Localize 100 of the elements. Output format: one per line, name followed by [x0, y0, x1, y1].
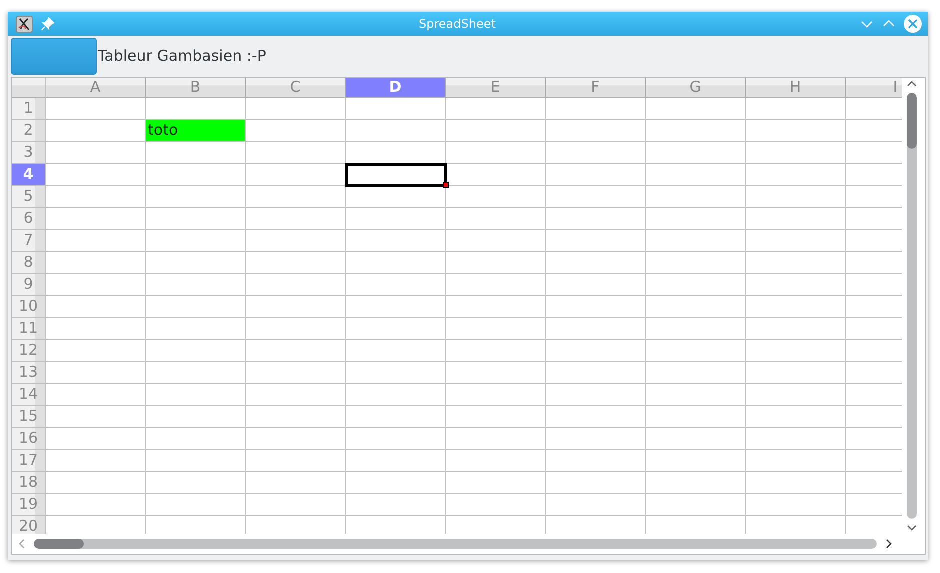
- row-header[interactable]: 1: [12, 98, 46, 120]
- table-cell[interactable]: [446, 428, 546, 450]
- table-cell[interactable]: [746, 384, 846, 406]
- row-header[interactable]: 19: [12, 494, 46, 516]
- table-cell[interactable]: [446, 230, 546, 252]
- table-cell[interactable]: [246, 494, 346, 516]
- column-header[interactable]: A: [46, 78, 146, 98]
- row-header[interactable]: 2: [12, 120, 46, 142]
- table-cell[interactable]: [446, 384, 546, 406]
- row-header[interactable]: 4: [12, 164, 46, 186]
- row-header[interactable]: 10: [12, 296, 46, 318]
- table-cell[interactable]: [246, 384, 346, 406]
- table-cell[interactable]: [646, 98, 746, 120]
- table-cell[interactable]: [646, 252, 746, 274]
- table-cell[interactable]: [146, 450, 246, 472]
- table-cell[interactable]: [446, 472, 546, 494]
- table-cell[interactable]: [746, 208, 846, 230]
- table-cell[interactable]: [246, 296, 346, 318]
- row-header[interactable]: 9: [12, 274, 46, 296]
- row-header[interactable]: 18: [12, 472, 46, 494]
- table-cell[interactable]: [146, 296, 246, 318]
- column-header[interactable]: F: [546, 78, 646, 98]
- table-cell[interactable]: [546, 384, 646, 406]
- table-cell[interactable]: [446, 450, 546, 472]
- table-cell[interactable]: [246, 318, 346, 340]
- table-cell[interactable]: [146, 362, 246, 384]
- column-header[interactable]: B: [146, 78, 246, 98]
- table-cell[interactable]: [246, 406, 346, 428]
- row-header[interactable]: 20: [12, 516, 46, 534]
- row-header[interactable]: 17: [12, 450, 46, 472]
- table-cell[interactable]: [746, 362, 846, 384]
- table-cell[interactable]: [746, 494, 846, 516]
- table-cell[interactable]: [246, 362, 346, 384]
- table-cell[interactable]: [246, 472, 346, 494]
- column-header[interactable]: I: [846, 78, 902, 98]
- table-cell[interactable]: [546, 362, 646, 384]
- table-cell[interactable]: [646, 230, 746, 252]
- table-cell[interactable]: [746, 296, 846, 318]
- table-cell[interactable]: [746, 252, 846, 274]
- table-cell[interactable]: [646, 164, 746, 186]
- table-cell[interactable]: [146, 274, 246, 296]
- table-cell[interactable]: [246, 230, 346, 252]
- table-cell[interactable]: [446, 406, 546, 428]
- table-cell[interactable]: [646, 450, 746, 472]
- table-cell[interactable]: [146, 406, 246, 428]
- table-cell[interactable]: [46, 472, 146, 494]
- table-cell[interactable]: [546, 230, 646, 252]
- scrollbar-thumb[interactable]: [907, 93, 917, 149]
- table-cell[interactable]: [646, 296, 746, 318]
- table-cell[interactable]: [46, 164, 146, 186]
- table-cell[interactable]: [746, 472, 846, 494]
- table-cell[interactable]: [246, 98, 346, 120]
- table-cell[interactable]: [46, 406, 146, 428]
- table-cell[interactable]: [546, 406, 646, 428]
- table-cell[interactable]: [146, 142, 246, 164]
- table-cell[interactable]: [746, 164, 846, 186]
- table-cell[interactable]: [46, 450, 146, 472]
- table-cell[interactable]: [346, 120, 446, 142]
- table-cell[interactable]: [746, 186, 846, 208]
- table-cell[interactable]: [646, 318, 746, 340]
- table-cell[interactable]: [546, 428, 646, 450]
- table-cell[interactable]: [46, 340, 146, 362]
- table-cell[interactable]: [546, 296, 646, 318]
- close-icon[interactable]: [904, 15, 922, 33]
- table-cell[interactable]: [246, 142, 346, 164]
- table-cell[interactable]: [446, 142, 546, 164]
- row-header[interactable]: 16: [12, 428, 46, 450]
- row-header[interactable]: 8: [12, 252, 46, 274]
- table-cell[interactable]: [46, 428, 146, 450]
- table-cell[interactable]: [546, 274, 646, 296]
- table-cell[interactable]: [746, 120, 846, 142]
- table-cell[interactable]: [346, 186, 446, 208]
- table-cell[interactable]: [446, 208, 546, 230]
- column-header[interactable]: E: [446, 78, 546, 98]
- table-cell[interactable]: [646, 406, 746, 428]
- table-cell[interactable]: [346, 406, 446, 428]
- table-cell[interactable]: [446, 318, 546, 340]
- table-cell[interactable]: [346, 252, 446, 274]
- table-cell[interactable]: [46, 296, 146, 318]
- table-cell[interactable]: [446, 340, 546, 362]
- table-cell[interactable]: [646, 494, 746, 516]
- table-cell[interactable]: [246, 340, 346, 362]
- table-cell[interactable]: [746, 406, 846, 428]
- table-cell[interactable]: [46, 230, 146, 252]
- table-cell[interactable]: [646, 120, 746, 142]
- table-cell[interactable]: [146, 384, 246, 406]
- table-cell[interactable]: toto: [146, 120, 246, 142]
- table-cell[interactable]: [346, 208, 446, 230]
- table-cell[interactable]: [646, 142, 746, 164]
- table-cell[interactable]: [446, 186, 546, 208]
- table-cell[interactable]: [46, 384, 146, 406]
- table-cell[interactable]: [546, 98, 646, 120]
- table-cell[interactable]: [146, 164, 246, 186]
- table-cell[interactable]: [346, 428, 446, 450]
- table-cell[interactable]: [746, 274, 846, 296]
- table-cell[interactable]: [546, 164, 646, 186]
- table-cell[interactable]: [446, 252, 546, 274]
- table-cell[interactable]: [546, 450, 646, 472]
- table-cell[interactable]: [646, 362, 746, 384]
- table-cell[interactable]: [246, 120, 346, 142]
